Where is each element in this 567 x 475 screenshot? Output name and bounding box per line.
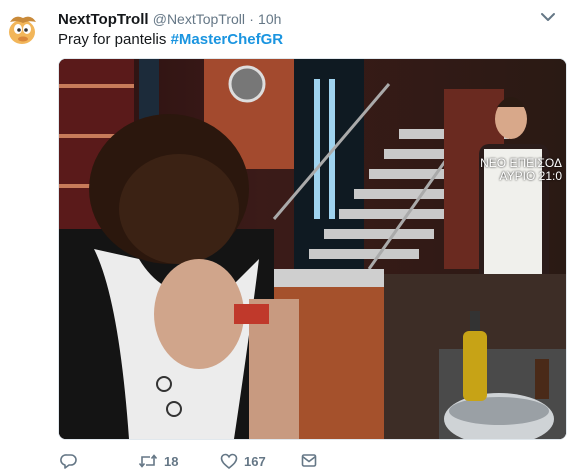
separator-dot: ·: [249, 11, 254, 27]
share-icon: [301, 454, 317, 467]
display-name[interactable]: NextTopTroll: [58, 11, 149, 28]
user-handle[interactable]: @NextTopTroll: [153, 11, 245, 27]
media-scene: [59, 59, 566, 439]
tv-overlay-line-2: ΑΥΡΙΟ 21:0: [499, 169, 562, 183]
like-icon: [220, 453, 238, 470]
tv-overlay-text: ΝΕΟ ΕΠΕΙΣΟΔ ΑΥΡΙΟ 21:0: [480, 157, 562, 183]
tweet-media-photo[interactable]: ΝΕΟ ΕΠΕΙΣΟΔ ΑΥΡΙΟ 21:0: [58, 58, 567, 440]
chevron-down-icon[interactable]: [539, 8, 557, 26]
retweet-button[interactable]: 18: [138, 452, 178, 470]
reply-icon: [60, 454, 77, 469]
tweet-text-plain: Pray for pantelis: [58, 31, 167, 48]
like-count: 167: [244, 453, 266, 469]
timestamp[interactable]: 10h: [258, 11, 281, 27]
retweet-count: 18: [164, 453, 179, 469]
like-button[interactable]: 167: [220, 452, 266, 470]
tweet-text: Pray for pantelis #MasterChefGR: [58, 31, 283, 49]
tweet-header: NextTopTroll @NextTopTroll · 10h: [58, 10, 281, 29]
avatar[interactable]: [5, 12, 41, 48]
avatar-image: [5, 12, 41, 48]
tweet-action-bar: 18 167: [58, 452, 538, 474]
reply-button[interactable]: [60, 452, 78, 470]
retweet-icon: [138, 454, 158, 468]
hashtag-link[interactable]: #MasterChefGR: [171, 31, 284, 48]
share-button[interactable]: [300, 452, 318, 470]
